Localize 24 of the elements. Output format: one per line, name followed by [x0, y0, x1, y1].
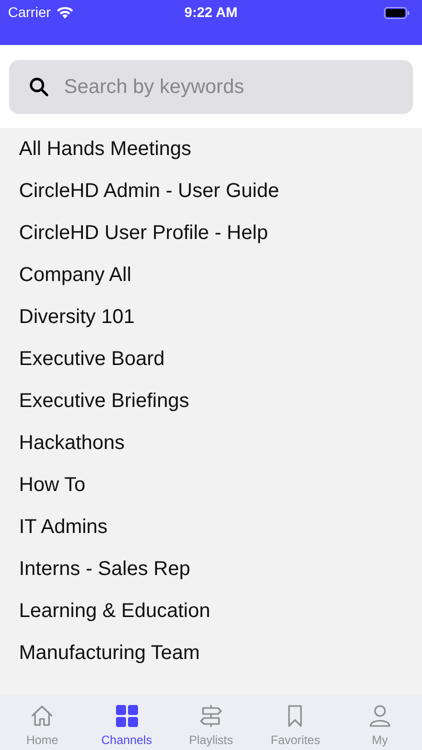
tab-item[interactable]: Channels: [84, 695, 169, 750]
search-field[interactable]: Search by keywords: [9, 60, 413, 114]
wifi-icon: [56, 6, 74, 19]
person-icon: [366, 703, 393, 729]
signpost-icon: [198, 703, 224, 729]
channel-item[interactable]: Company All: [0, 254, 422, 296]
search-icon: [29, 77, 49, 97]
channel-item[interactable]: All Hands Meetings: [0, 128, 422, 170]
battery-icon: [384, 7, 410, 19]
carrier-label: Carrier: [8, 4, 51, 21]
grid-icon: [114, 703, 140, 729]
channel-item[interactable]: Manufacturing Team: [0, 632, 422, 674]
house-icon: [29, 703, 56, 729]
channel-item[interactable]: Learning & Education: [0, 590, 422, 632]
channel-item[interactable]: Executive Board: [0, 338, 422, 380]
channel-item[interactable]: Executive Briefings: [0, 380, 422, 422]
channel-item[interactable]: Interns - Sales Rep: [0, 548, 422, 590]
status-time: 9:22 AM: [184, 4, 238, 21]
channel-item[interactable]: CircleHD Admin - User Guide: [0, 170, 422, 212]
channel-item[interactable]: How To: [0, 464, 422, 506]
channel-item[interactable]: Hackathons: [0, 422, 422, 464]
channel-item[interactable]: CircleHD User Profile - Help: [0, 212, 422, 254]
channel-item[interactable]: Diversity 101: [0, 296, 422, 338]
channel-item[interactable]: IT Admins: [0, 506, 422, 548]
